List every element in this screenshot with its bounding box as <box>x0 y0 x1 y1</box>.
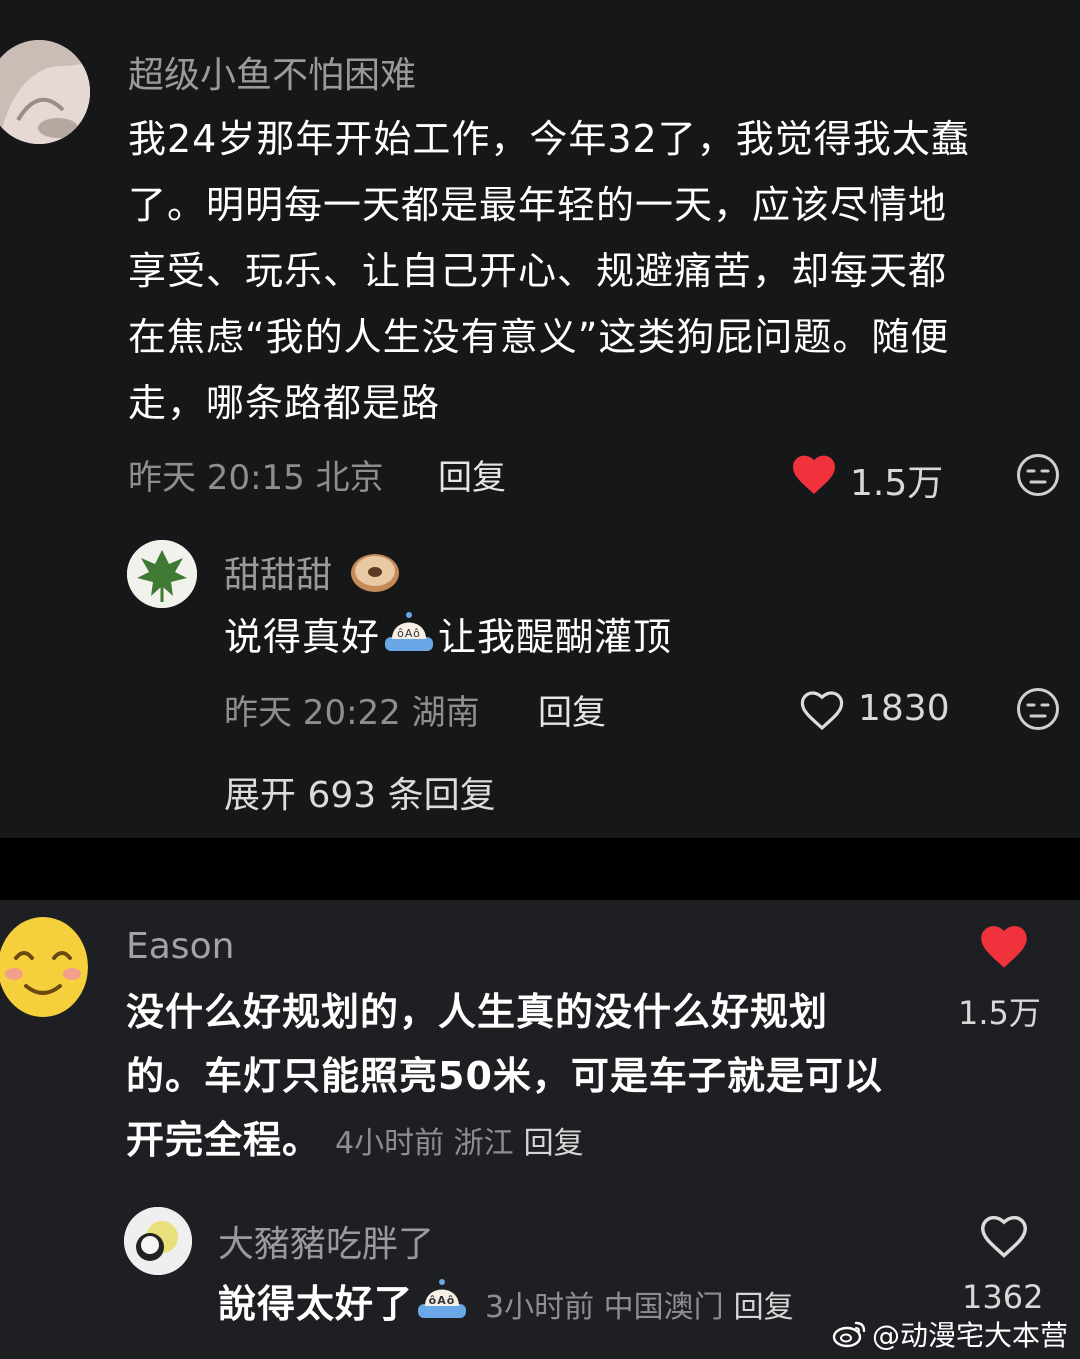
comment-meta: 昨天 20:15 北京 <box>128 458 384 498</box>
reply-body: 說得太好了 ôAô 3小时前 中国澳门 回复 <box>218 1272 794 1340</box>
like-count: 1830 <box>858 688 950 729</box>
comment-meta: 4小时前 浙江 <box>335 1126 514 1161</box>
watermark: @动漫宅大本营 <box>832 1314 1068 1356</box>
reply-meta: 3小时前 中国澳门 <box>485 1290 724 1325</box>
comment-body-line: 没什么好规划的，人生真的没什么好规划 <box>126 990 829 1034</box>
comment-body-line: 在焦虑“我的人生没有意义”这类狗屁问题。随便 <box>128 315 950 359</box>
comment-username[interactable]: Eason <box>126 926 234 967</box>
reply-body: 说得真好 ôAô 让我醍醐灌顶 <box>224 604 672 673</box>
reply-button[interactable]: 回复 <box>524 1126 584 1161</box>
comment-body-line: 享受、玩乐、让自己开心、规避痛苦，却每天都 <box>128 249 948 293</box>
avatar[interactable] <box>124 1207 192 1275</box>
avatar[interactable] <box>0 914 88 1020</box>
comment-body-line: 我24岁那年开始工作，今年32了，我觉得我太蠢 <box>128 117 970 161</box>
reply-body-text: 说得真好 <box>224 615 381 659</box>
svg-text:ôAô: ôAô <box>397 627 421 640</box>
dislike-face-icon[interactable] <box>1016 453 1060 497</box>
comment-body-line: 开完全程。 <box>126 1118 322 1162</box>
expand-replies-button[interactable]: 展开 693 条回复 <box>224 766 496 818</box>
reply-username[interactable]: 甜甜甜 <box>224 546 401 604</box>
comment-body: 我24岁那年开始工作，今年32了，我觉得我太蠢 了。明明每一天都是最年轻的一天，… <box>128 106 1068 436</box>
crying-emoji-icon: ôAô <box>415 1274 469 1339</box>
divider-gap <box>0 838 1080 900</box>
comment-body-line: 了。明明每一天都是最年轻的一天，应该尽情地 <box>128 183 948 227</box>
reply-meta: 昨天 20:22 湖南 <box>224 693 480 733</box>
reply-body-text: 說得太好了 <box>218 1282 414 1326</box>
comment-body: 没什么好规划的，人生真的没什么好规划 的。车灯只能照亮50米，可是车子就是可以 … <box>126 980 946 1176</box>
comment-body-line: 走，哪条路都是路 <box>128 381 441 425</box>
like-count: 1.5万 <box>850 463 944 504</box>
donut-emoji-icon <box>349 551 401 604</box>
crying-emoji-icon: ôAô <box>382 607 436 673</box>
reply-button[interactable]: 回复 <box>538 685 606 734</box>
reply-username[interactable]: 大豬豬吃胖了 <box>218 1215 434 1267</box>
heart-outline-icon[interactable] <box>798 688 846 732</box>
reply-body-text-suffix: 让我醍醐灌顶 <box>438 615 673 659</box>
comment-body-line: 的。车灯只能照亮50米，可是车子就是可以 <box>126 1054 883 1098</box>
watermark-text: @动漫宅大本营 <box>872 1319 1069 1352</box>
svg-text:ôAô: ôAô <box>429 1294 456 1307</box>
heart-filled-icon[interactable] <box>790 452 838 496</box>
heart-outline-icon[interactable] <box>978 1212 1030 1260</box>
reply-button[interactable]: 回复 <box>734 1290 794 1325</box>
comment-username[interactable]: 超级小鱼不怕困难 <box>128 46 416 98</box>
comment-body-line-with-meta: 开完全程。 4小时前 浙江 回复 <box>126 1108 946 1176</box>
weibo-logo-icon <box>832 1319 868 1356</box>
like-count: 1.5万 <box>958 994 1041 1032</box>
like-count: 1362 <box>962 1278 1044 1316</box>
avatar[interactable] <box>127 540 197 608</box>
heart-filled-icon[interactable] <box>978 922 1030 970</box>
reply-username-text: 甜甜甜 <box>224 555 333 596</box>
reply-button[interactable]: 回复 <box>438 450 506 499</box>
dislike-face-icon[interactable] <box>1016 687 1060 731</box>
